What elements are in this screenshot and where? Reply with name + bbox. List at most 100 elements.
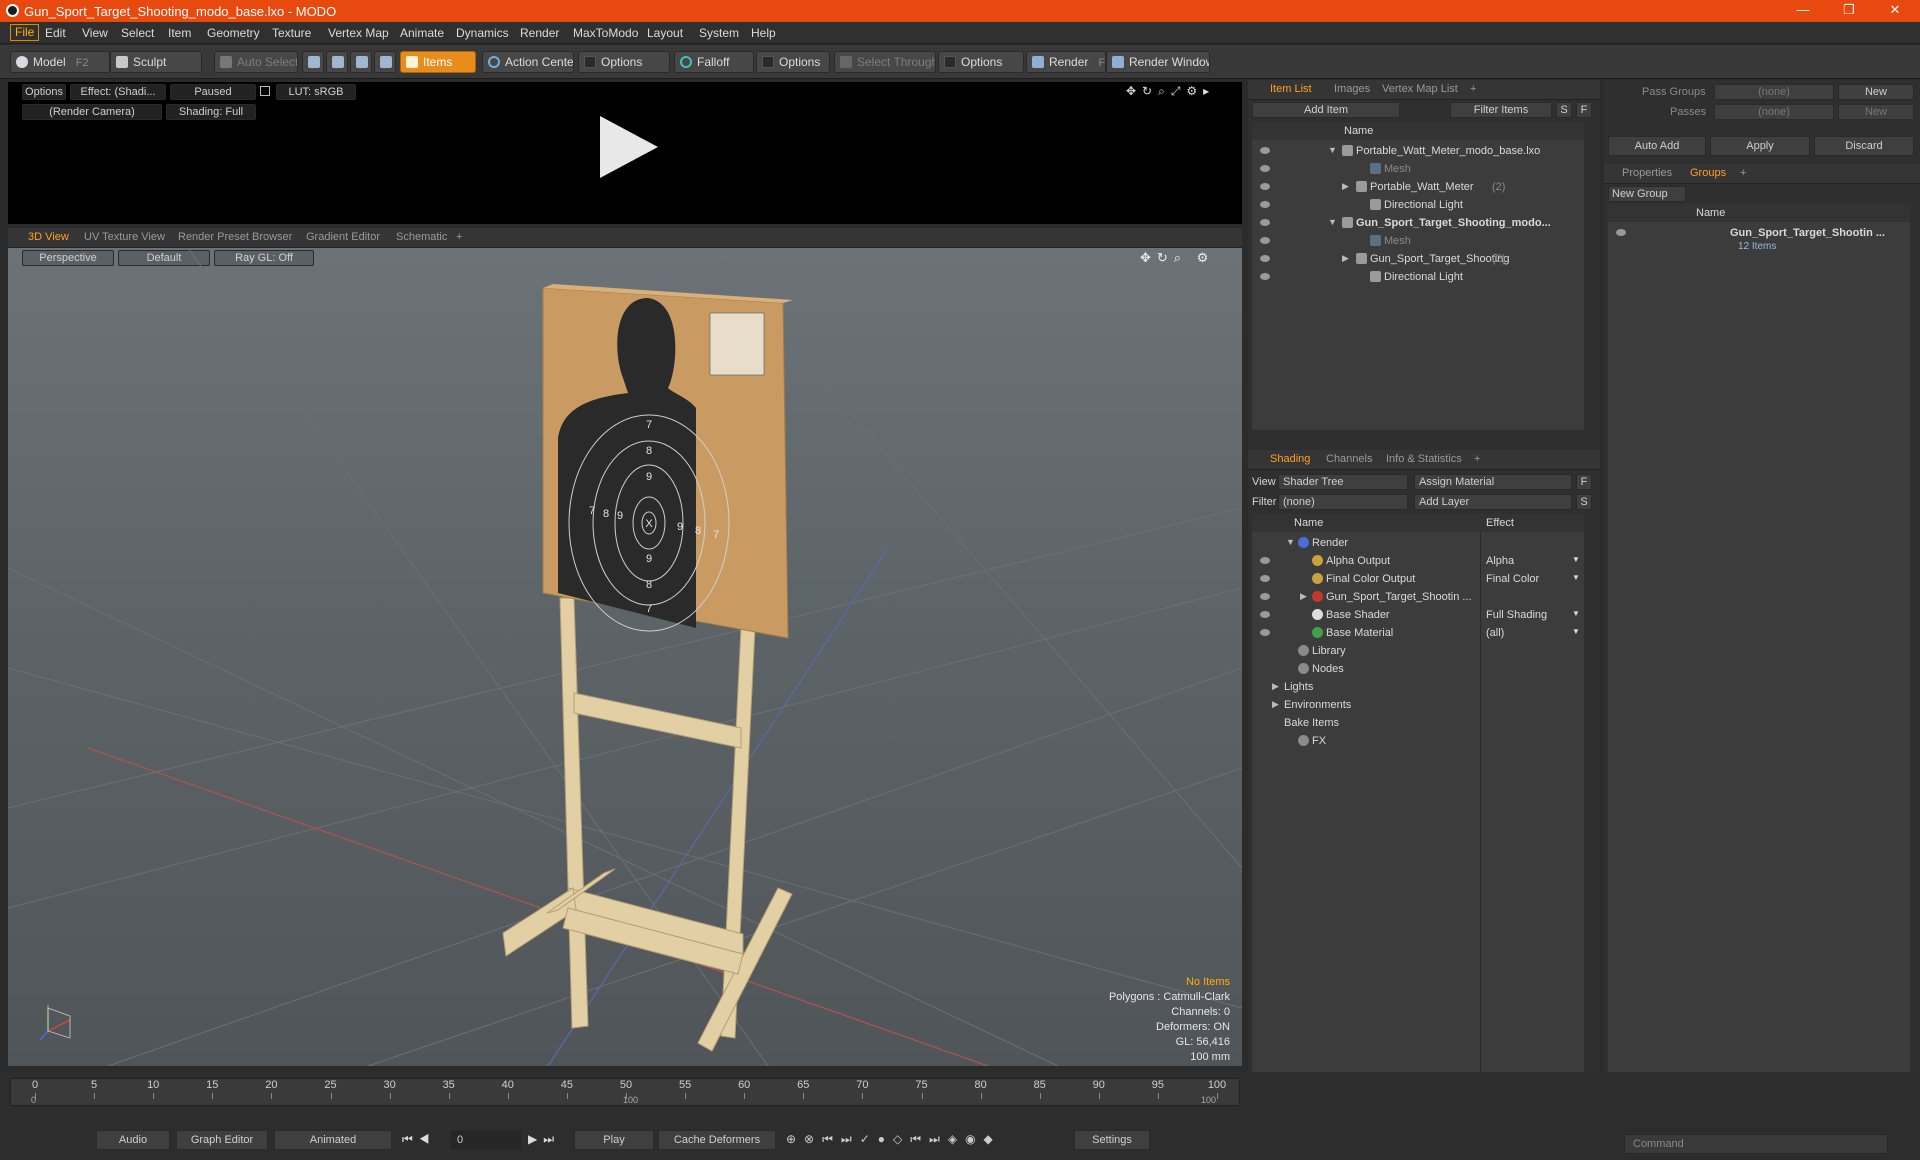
menu-render[interactable]: Render xyxy=(520,26,559,40)
action-center-options-button[interactable]: Options xyxy=(578,51,670,73)
render-button[interactable]: Render F9 xyxy=(1026,51,1106,73)
timeline[interactable]: 0 5 10 15 20 25 30 35 40 45 50 55 60 65 70 75 80 85 90 95 10… xyxy=(10,1078,1240,1106)
new-pass-button[interactable]: New xyxy=(1838,104,1914,120)
shader-tree-dropdown[interactable]: Shader Tree xyxy=(1278,474,1408,490)
polygons-mode-button[interactable] xyxy=(350,51,372,73)
visibility-eye-icon[interactable] xyxy=(1260,165,1270,172)
chevron-down-icon[interactable]: ▼ xyxy=(1572,573,1580,582)
expand-arrow-icon[interactable]: ▶ xyxy=(1342,181,1349,192)
chevron-down-icon[interactable]: ▼ xyxy=(1572,555,1580,564)
frame-input[interactable]: 0 xyxy=(450,1130,522,1150)
minimize-button[interactable]: — xyxy=(1780,0,1826,22)
groups-list[interactable]: Name Gun_Sport_Target_Shootin ... 12 Ite… xyxy=(1608,204,1910,1124)
shading-s-button[interactable]: S xyxy=(1576,494,1592,510)
edges-mode-button[interactable] xyxy=(326,51,348,73)
shader-tree-row[interactable]: ▶ Gun_Sport_Target_Shootin ... xyxy=(1252,588,1584,606)
add-layer-dropdown[interactable]: Add Layer xyxy=(1414,494,1572,510)
materials-mode-button[interactable] xyxy=(374,51,396,73)
new-pass-group-button[interactable]: New xyxy=(1838,84,1914,100)
add-tab-button[interactable]: + xyxy=(456,231,462,243)
shading-f-button[interactable]: F xyxy=(1576,474,1592,490)
item-s-button[interactable]: S xyxy=(1556,102,1572,118)
menu-dynamics[interactable]: Dynamics xyxy=(456,26,509,40)
visibility-eye-icon[interactable] xyxy=(1260,611,1270,618)
auto-select-button[interactable]: Auto Select xyxy=(214,51,298,73)
menu-view[interactable]: View xyxy=(82,26,108,40)
new-group-button[interactable]: New Group xyxy=(1608,186,1686,202)
play-button[interactable]: Play xyxy=(574,1130,654,1150)
item-list-row[interactable]: Mesh xyxy=(1252,232,1584,250)
paused-button[interactable]: Paused xyxy=(170,84,256,100)
visibility-eye-icon[interactable] xyxy=(1260,219,1270,226)
item-list-row[interactable]: ▶ Portable_Watt_Meter (2) xyxy=(1252,178,1584,196)
expand-arrow-icon[interactable]: ▶ xyxy=(1272,699,1279,710)
menu-help[interactable]: Help xyxy=(751,26,776,40)
3d-viewport[interactable]: Perspective Default Ray GL: Off ✥↻⌕ ⚙ 7 … xyxy=(8,248,1242,1066)
chevron-down-icon[interactable]: ▼ xyxy=(1572,627,1580,636)
expand-arrow-icon[interactable]: ▶ xyxy=(1342,253,1349,264)
visibility-eye-icon[interactable] xyxy=(1260,147,1270,154)
visibility-eye-icon[interactable] xyxy=(1260,273,1270,280)
effect-dropdown[interactable]: Effect: (Shadi... xyxy=(70,84,166,100)
add-tab-button[interactable]: + xyxy=(1470,83,1476,95)
restore-button[interactable]: ❐ xyxy=(1826,0,1872,22)
tab-item-list[interactable]: Item List xyxy=(1270,83,1312,95)
add-item-dropdown[interactable]: Add Item xyxy=(1252,102,1400,118)
visibility-eye-icon[interactable] xyxy=(1260,557,1270,564)
expand-arrow-icon[interactable]: ▼ xyxy=(1328,145,1337,155)
tab-info-statistics[interactable]: Info & Statistics xyxy=(1386,453,1462,465)
expand-arrow-icon[interactable]: ▶ xyxy=(1300,591,1307,602)
items-mode-button[interactable]: Items xyxy=(400,51,476,73)
menu-animate[interactable]: Animate xyxy=(400,26,444,40)
menu-select[interactable]: Select xyxy=(121,26,154,40)
expand-arrow-icon[interactable]: ▼ xyxy=(1286,537,1295,547)
chevron-down-icon[interactable]: ▼ xyxy=(1572,609,1580,618)
shading-dropdown[interactable]: Shading: Full xyxy=(166,104,256,120)
shader-tree-row[interactable]: Nodes xyxy=(1252,660,1584,678)
shader-tree-row[interactable]: ▶ Lights xyxy=(1252,678,1584,696)
select-through-button[interactable]: Select Through xyxy=(834,51,936,73)
item-list-row[interactable]: ▼ Gun_Sport_Target_Shooting_modo... xyxy=(1252,214,1584,232)
render-window-button[interactable]: Render Window xyxy=(1106,51,1210,73)
visibility-eye-icon[interactable] xyxy=(1260,575,1270,582)
play-preview-icon[interactable] xyxy=(592,112,662,182)
menu-texture[interactable]: Texture xyxy=(272,26,311,40)
transport-back-icons[interactable]: ⏮◀ xyxy=(402,1132,436,1147)
tab-images[interactable]: Images xyxy=(1334,83,1370,95)
audio-button[interactable]: Audio xyxy=(96,1130,170,1150)
shader-tree-list[interactable]: Name Effect ▼ Render Alpha Output Alpha ▼ Fin… xyxy=(1252,514,1584,1144)
preview-nav-icons[interactable]: ✥↻⌕⤢⚙▸ xyxy=(1126,84,1215,99)
graph-editor-button[interactable]: Graph Editor xyxy=(176,1130,268,1150)
render-camera-dropdown[interactable]: (Render Camera) xyxy=(22,104,162,120)
shader-tree-row[interactable]: ▶ Environments xyxy=(1252,696,1584,714)
tab-3d-view[interactable]: 3D View xyxy=(28,231,69,243)
item-list-row[interactable]: ▼ Portable_Watt_Meter_modo_base.lxo xyxy=(1252,142,1584,160)
shader-tree-row[interactable]: Final Color Output Final Color ▼ xyxy=(1252,570,1584,588)
tab-uv-texture-view[interactable]: UV Texture View xyxy=(84,231,165,243)
menu-layout[interactable]: Layout xyxy=(647,26,683,40)
shader-tree-row[interactable]: Bake Items xyxy=(1252,714,1584,732)
key-tools-icons[interactable]: ⊕⊗⏮⏭✓●◇⏮⏭◈◉◆ xyxy=(786,1132,1001,1147)
tab-groups[interactable]: Groups xyxy=(1690,167,1726,179)
lock-icon[interactable] xyxy=(260,86,270,96)
action-center-button[interactable]: Action Center xyxy=(482,51,574,73)
vertices-mode-button[interactable] xyxy=(302,51,324,73)
shader-tree-row[interactable]: FX xyxy=(1252,732,1584,750)
tab-properties[interactable]: Properties xyxy=(1622,167,1672,179)
item-list-row[interactable]: Directional Light xyxy=(1252,196,1584,214)
tab-vertex-map-list[interactable]: Vertex Map List xyxy=(1382,83,1458,95)
render-preview[interactable]: Options Effect: (Shadi... Paused LUT: sR… xyxy=(8,82,1242,224)
passes-dropdown[interactable]: (none) xyxy=(1714,104,1834,120)
model-mode-button[interactable]: Model F2 xyxy=(10,51,110,73)
falloff-options-button[interactable]: Options xyxy=(756,51,830,73)
expand-arrow-icon[interactable]: ▼ xyxy=(1328,217,1337,227)
select-options-button[interactable]: Options xyxy=(938,51,1024,73)
auto-add-button[interactable]: Auto Add xyxy=(1608,136,1706,156)
tab-channels[interactable]: Channels xyxy=(1326,453,1372,465)
shader-tree-row[interactable]: Base Material (all) ▼ xyxy=(1252,624,1584,642)
menu-maxtomodo[interactable]: MaxToModo xyxy=(573,26,638,40)
lut-dropdown[interactable]: LUT: sRGB xyxy=(276,84,356,100)
add-tab-button[interactable]: + xyxy=(1740,167,1746,179)
add-tab-button[interactable]: + xyxy=(1474,453,1480,465)
assign-material-dropdown[interactable]: Assign Material xyxy=(1414,474,1572,490)
